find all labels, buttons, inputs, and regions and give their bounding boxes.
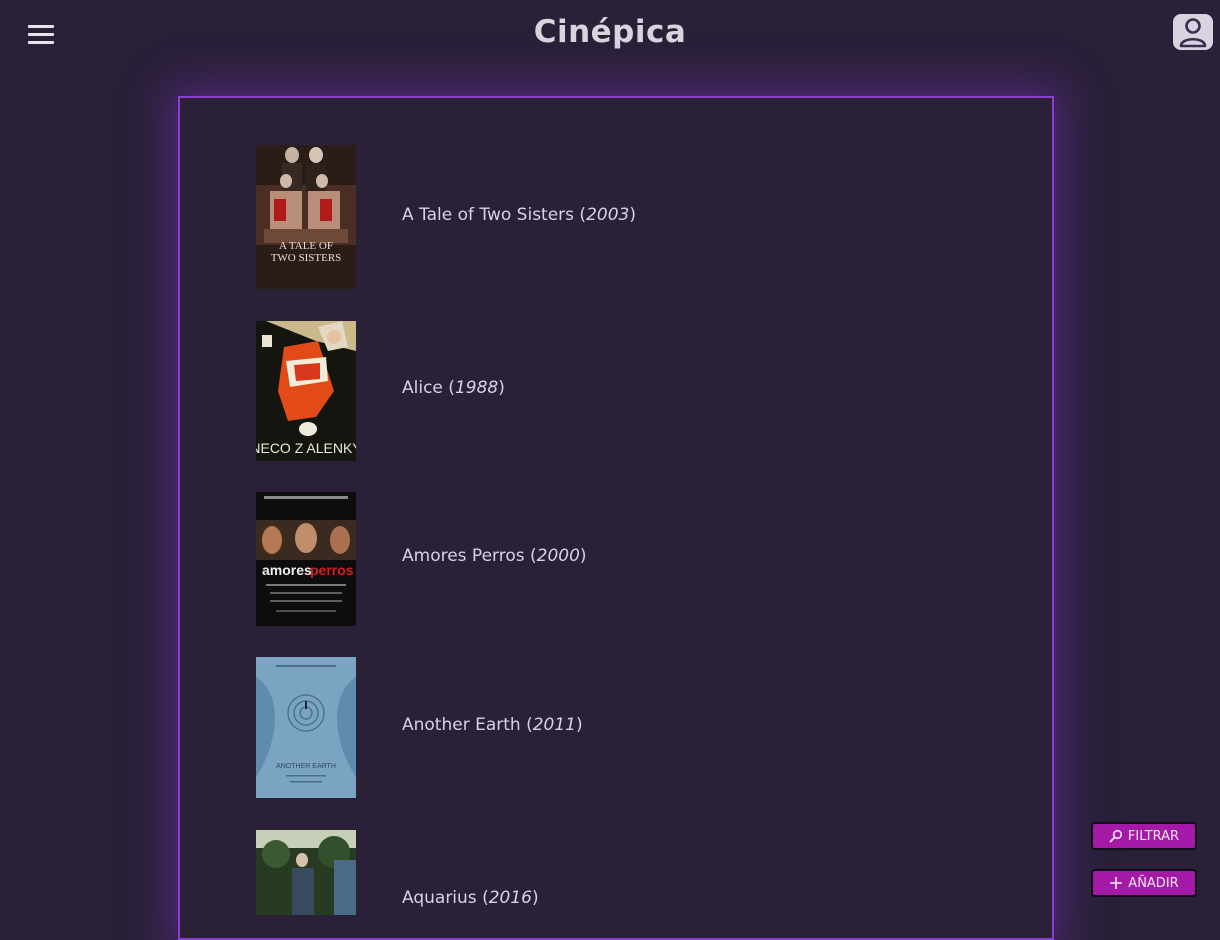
poster-image: A TALE OF TWO SISTERS — [256, 145, 356, 289]
list-item[interactable]: ANOTHER EARTH Another Earth (2011) — [256, 657, 1016, 798]
plus-icon — [1110, 877, 1123, 889]
add-button[interactable]: AÑADIR — [1091, 869, 1197, 897]
film-title[interactable]: A Tale of Two Sisters (2003) — [402, 205, 636, 225]
profile-button[interactable] — [1173, 14, 1213, 50]
list-item[interactable]: Aquarius (2016) — [256, 830, 1016, 930]
film-title[interactable]: Amores Perros (2000) — [402, 546, 587, 566]
film-year: 2003 — [586, 205, 630, 225]
film-title[interactable]: Aquarius (2016) — [402, 888, 539, 908]
add-label: AÑADIR — [1128, 875, 1179, 891]
film-name: Alice — [402, 378, 443, 398]
film-title[interactable]: Another Earth (2011) — [402, 715, 583, 735]
film-list-panel: A TALE OF TWO SISTERS A Tale of Two Sist… — [178, 96, 1054, 940]
film-name: Amores Perros — [402, 546, 525, 566]
film-year: 2016 — [488, 888, 532, 908]
poster-title-text-2: TWO SISTERS — [271, 252, 342, 264]
list-item[interactable]: amores perros Amores Perros (2000) — [256, 492, 1016, 626]
filter-button[interactable]: FILTRAR — [1091, 822, 1197, 850]
film-year: 2011 — [532, 715, 576, 735]
poster-image: NECO Z ALENKY — [256, 321, 356, 461]
poster-title-text: A TALE OF — [279, 240, 333, 252]
list-item[interactable]: A TALE OF TWO SISTERS A Tale of Two Sist… — [256, 145, 1016, 290]
film-name: A Tale of Two Sisters — [402, 205, 575, 225]
poster-title-text-a: amores — [262, 562, 312, 578]
list-item[interactable]: NECO Z ALENKY Alice (1988) — [256, 321, 1016, 462]
poster-title-text: NECO Z ALENKY — [256, 440, 356, 456]
film-title[interactable]: Alice (1988) — [402, 378, 505, 398]
film-name: Another Earth — [402, 715, 521, 735]
filter-label: FILTRAR — [1127, 828, 1180, 844]
search-icon — [1109, 829, 1123, 843]
poster-title-text-b: perros — [310, 562, 354, 578]
poster-title-text: ANOTHER EARTH — [276, 763, 336, 770]
user-icon — [1179, 18, 1207, 48]
top-header: Cinépica — [0, 0, 1220, 70]
film-name: Aquarius — [402, 888, 477, 908]
poster-image — [256, 830, 356, 915]
poster-image: amores perros — [256, 492, 356, 626]
film-year: 2000 — [536, 546, 580, 566]
app-title[interactable]: Cinépica — [0, 14, 1220, 50]
film-year: 1988 — [454, 378, 499, 398]
poster-image: ANOTHER EARTH — [256, 657, 356, 798]
